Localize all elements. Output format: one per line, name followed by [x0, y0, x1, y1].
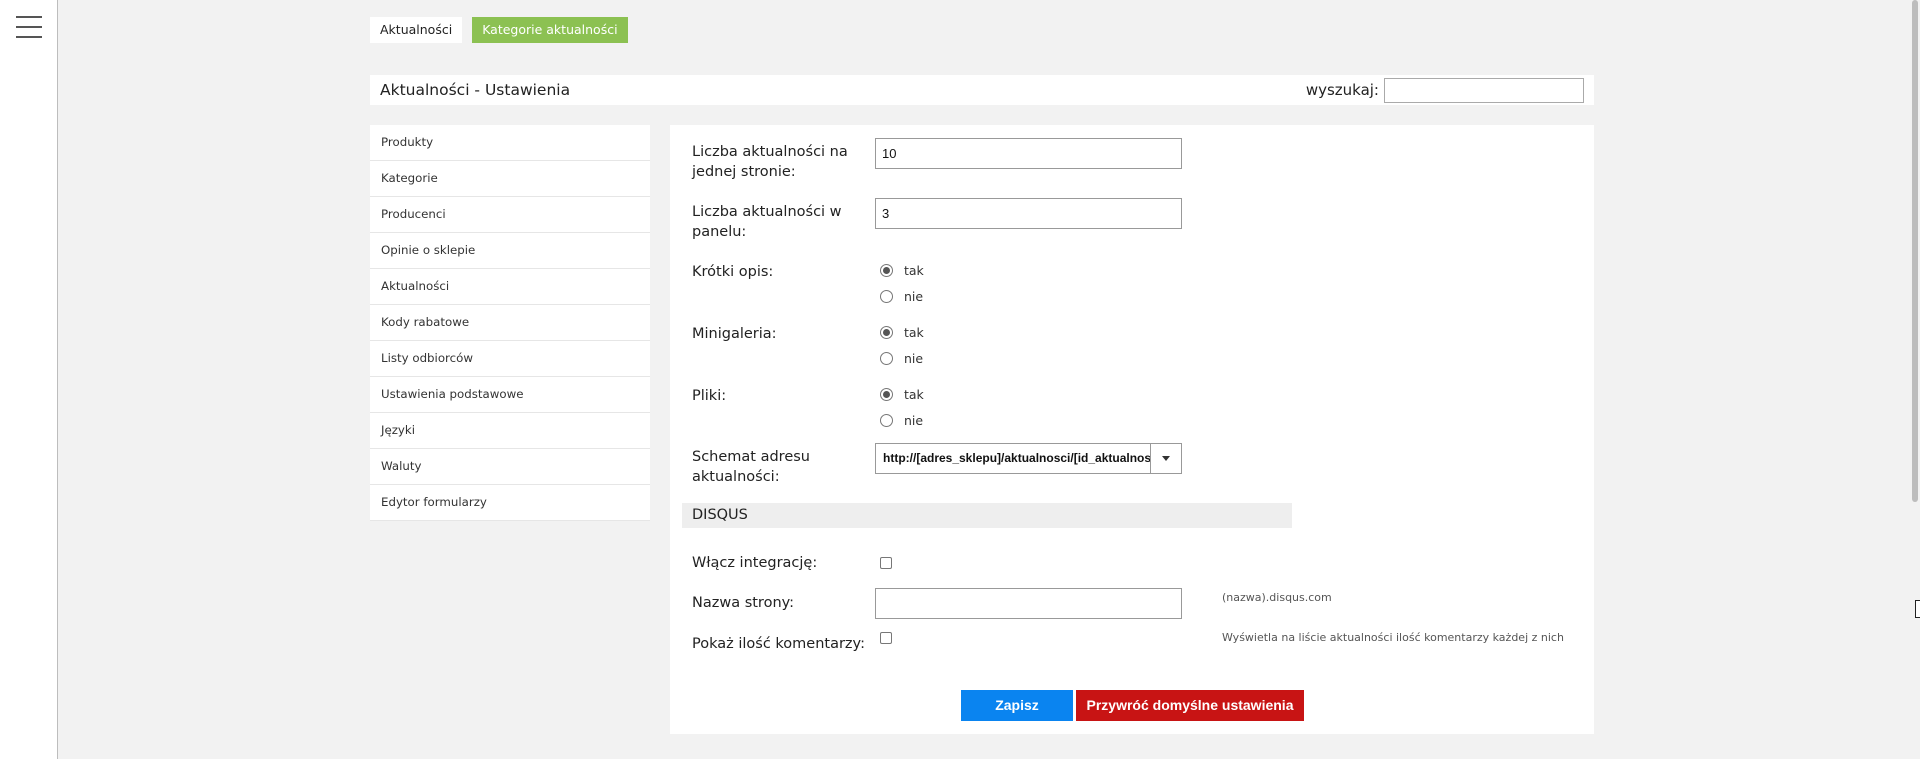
disqus-enable-checkbox[interactable]	[880, 557, 892, 569]
per-page-input[interactable]	[875, 138, 1182, 169]
disqus-show-count-hint: Wyświetla na liście aktualności ilość ko…	[1222, 631, 1564, 644]
page-title: Aktualności - Ustawienia	[380, 81, 571, 99]
sidebar-item-listy-odbiorcow[interactable]: Listy odbiorców	[370, 341, 650, 377]
radio-label: nie	[904, 351, 924, 366]
sidebar-item-waluty[interactable]: Waluty	[370, 449, 650, 485]
per-panel-label-line1: Liczba aktualności w	[692, 204, 842, 220]
minigallery-radio-nie[interactable]: nie	[880, 351, 923, 366]
disqus-show-count-label: Pokaż ilość komentarzy:	[692, 636, 865, 652]
scrollbar-thumb[interactable]	[1912, 0, 1918, 502]
files-label: Pliki:	[692, 388, 727, 404]
per-panel-label-line2: panelu:	[692, 224, 747, 240]
disqus-enable-label: Włącz integrację:	[692, 555, 818, 571]
disqus-site-name-label: Nazwa strony:	[692, 595, 795, 611]
radio-checked-icon	[880, 264, 893, 277]
per-page-label-line1: Liczba aktualności na	[692, 144, 848, 160]
search-input[interactable]	[1384, 78, 1584, 103]
radio-label: tak	[904, 263, 924, 278]
sidebar-item-jezyki[interactable]: Języki	[370, 413, 650, 449]
per-panel-label: Liczba aktualności w panelu:	[692, 202, 842, 242]
tab-kategorie-aktualnosci[interactable]: Kategorie aktualności	[472, 17, 628, 43]
radio-label: tak	[904, 387, 924, 402]
files-radio-tak[interactable]: tak	[880, 387, 924, 402]
sidebar-item-producenci[interactable]: Producenci	[370, 197, 650, 233]
minigallery-radio-tak[interactable]: tak	[880, 325, 924, 340]
tab-aktualnosci[interactable]: Aktualności	[370, 17, 463, 43]
url-scheme-label-line1: Schemat adresu	[692, 449, 810, 465]
search-label: wyszukaj:	[1305, 81, 1379, 99]
url-scheme-select[interactable]: http://[adres_sklepu]/aktualnosci/[id_ak…	[875, 443, 1182, 474]
sidebar-item-kategorie[interactable]: Kategorie	[370, 161, 650, 197]
radio-checked-icon	[880, 326, 893, 339]
restore-defaults-button[interactable]: Przywróć domyślne ustawienia	[1076, 690, 1304, 721]
hamburger-menu-icon[interactable]	[16, 16, 42, 38]
files-radio-nie[interactable]: nie	[880, 413, 923, 428]
url-scheme-label-line2: aktualności:	[692, 469, 780, 485]
radio-unchecked-icon	[880, 352, 893, 365]
text-cursor-icon	[1915, 600, 1920, 618]
minigallery-label: Minigaleria:	[692, 326, 777, 342]
radio-unchecked-icon	[880, 414, 893, 427]
radio-label: nie	[904, 413, 924, 428]
per-page-label: Liczba aktualności na jednej stronie:	[692, 142, 848, 182]
short-desc-radio-tak[interactable]: tak	[880, 263, 924, 278]
sidebar-item-produkty[interactable]: Produkty	[370, 125, 650, 161]
sidebar-item-ustawienia-podstawowe[interactable]: Ustawienia podstawowe	[370, 377, 650, 413]
radio-label: nie	[904, 289, 924, 304]
disqus-site-name-input[interactable]	[875, 588, 1182, 619]
sidebar-item-aktualnosci[interactable]: Aktualności	[370, 269, 650, 305]
radio-checked-icon	[880, 388, 893, 401]
page-header: Aktualności - Ustawienia wyszukaj:	[370, 75, 1594, 105]
short-desc-radio-nie[interactable]: nie	[880, 289, 923, 304]
sidebar-item-edytor-formularzy[interactable]: Edytor formularzy	[370, 485, 650, 521]
chevron-down-icon	[1162, 456, 1170, 461]
url-scheme-value: http://[adres_sklepu]/aktualnosci/[id_ak…	[883, 451, 1150, 465]
dropdown-toggle[interactable]	[1150, 444, 1181, 473]
sidebar-item-opinie[interactable]: Opinie o sklepie	[370, 233, 650, 269]
sidebar-item-kody-rabatowe[interactable]: Kody rabatowe	[370, 305, 650, 341]
per-page-label-line2: jednej stronie:	[692, 164, 796, 180]
top-tabs: Aktualności Kategorie aktualności	[370, 17, 628, 43]
page-scrollbar[interactable]	[1908, 0, 1920, 759]
radio-label: tak	[904, 325, 924, 340]
left-sidebar-strip	[0, 0, 58, 759]
url-scheme-label: Schemat adresu aktualności:	[692, 447, 810, 487]
settings-form-panel: Liczba aktualności na jednej stronie: Li…	[670, 125, 1594, 734]
radio-unchecked-icon	[880, 290, 893, 303]
short-desc-label: Krótki opis:	[692, 264, 774, 280]
save-button[interactable]: Zapisz	[961, 690, 1073, 721]
disqus-show-count-checkbox[interactable]	[880, 632, 892, 644]
disqus-site-name-hint: (nazwa).disqus.com	[1222, 591, 1332, 604]
per-panel-input[interactable]	[875, 198, 1182, 229]
settings-sidebar: Produkty Kategorie Producenci Opinie o s…	[370, 125, 650, 521]
disqus-section-header: DISQUS	[682, 503, 1292, 528]
